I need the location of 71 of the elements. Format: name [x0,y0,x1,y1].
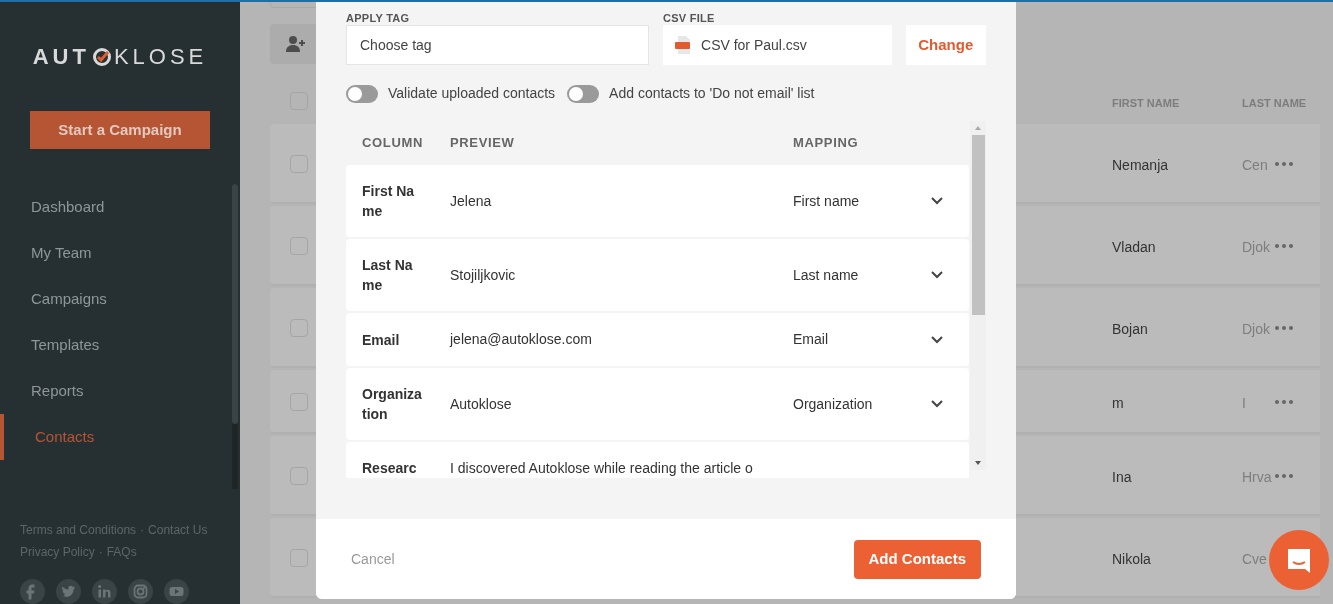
column-name: First Name [362,182,416,221]
field-label: CSV FILE [663,11,716,25]
toggle-label: Add contacts to 'Do not email' list [609,84,815,103]
more-icon[interactable] [1275,244,1293,248]
file-name: CSV for Paul.csv [701,35,807,55]
column-name: Organization [362,385,422,424]
more-icon[interactable] [1275,474,1293,478]
mapping-select[interactable]: Last name [793,264,959,286]
table-cell-text: Vladan [1112,238,1156,257]
start-campaign-button[interactable]: Start a Campaign [30,111,210,149]
table-cell-text: Djok [1242,238,1270,257]
column-name: Researc [362,459,418,478]
logo-text: AUT [32,43,90,71]
nav-item[interactable]: Campaigns [0,275,240,322]
mapping-select[interactable]: First name [793,190,959,212]
table-cell-text: m [1112,394,1124,413]
change-button[interactable]: Change [905,25,986,65]
logo-text: KLOSE [113,43,208,71]
check-circle-icon [91,46,112,67]
nav-item[interactable]: Dashboard [0,183,240,230]
csv-file-icon [675,36,691,54]
separator-dot: · [140,522,145,539]
add-user-icon [285,35,307,53]
toggle-switch[interactable] [346,84,378,103]
column-header: COLUMN [361,134,424,153]
preview-text: jelena@autoklose.com [450,330,593,349]
preview-text: I discovered Autoklose while reading the article o [450,459,754,478]
column-name: Last Name [362,256,414,295]
column-header: FIRST NAME [1112,96,1180,111]
preview-text: Jelena [450,191,493,211]
table-cell-text: Hrva [1242,468,1272,487]
table-cell-text: Bojan [1112,320,1148,339]
chevron-down-icon [931,400,943,408]
table-cell-text: Nikola [1112,550,1151,569]
twitter-icon[interactable] [56,579,81,604]
table-cell-text: Djok [1242,320,1270,339]
table-cell-text: Ina [1112,468,1132,487]
chevron-down-icon [931,197,943,205]
scrollbar[interactable] [970,121,986,470]
column-header: PREVIEW [450,134,516,153]
preview-text: Autoklose [450,394,513,414]
more-icon[interactable] [1275,326,1293,330]
youtube-icon[interactable] [164,579,189,604]
chevron-down-icon [931,335,943,344]
table-cell-text: Cen [1242,156,1268,175]
chat-icon [1285,546,1313,574]
table-cell-text: Cve [1242,550,1267,569]
separator-dot: · [98,544,103,561]
column-header: LAST NAME [1242,96,1307,111]
more-icon[interactable] [1275,162,1293,166]
field-label: APPLY TAG [346,11,411,25]
nav-item[interactable]: My Team [0,229,240,276]
mapping-select[interactable]: Organization [793,393,959,415]
scrollbar[interactable] [232,183,238,489]
facebook-icon[interactable] [20,579,45,604]
toggle-switch[interactable] [567,84,600,103]
nav-item[interactable]: Templates [0,321,240,368]
toggle-label: Validate uploaded contacts [388,84,556,103]
more-icon[interactable] [1275,400,1293,404]
add-contacts-button[interactable]: Add Contacts [853,539,981,579]
nav-item[interactable]: Reports [0,367,240,414]
instagram-icon[interactable] [128,579,153,604]
chevron-down-icon [931,271,943,279]
mapping-select[interactable]: Email [793,329,959,350]
cancel-button[interactable]: Cancel [351,548,395,570]
column-header: MAPPING [793,134,860,153]
preview-text: Stojiljkovic [450,265,517,285]
tag-select[interactable]: Choose tag [346,25,649,65]
column-name: Email [362,330,401,350]
linkedin-icon[interactable] [92,579,117,604]
table-cell-text: Nemanja [1112,156,1169,175]
